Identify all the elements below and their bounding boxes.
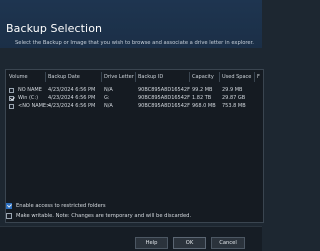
- cell-id: 90BC895A8D16542F: [138, 103, 190, 109]
- cell-id: 90BC895A8D16542F: [138, 87, 190, 93]
- column-divider[interactable]: [189, 72, 190, 82]
- cell-used: 753.8 MB: [222, 103, 246, 109]
- column-volume[interactable]: Volume: [9, 74, 28, 80]
- cell-drive: G:: [104, 95, 110, 101]
- restricted-folders-label[interactable]: Enable access to restricted folders: [16, 202, 106, 210]
- column-divider[interactable]: [101, 72, 102, 82]
- column-divider[interactable]: [219, 72, 220, 82]
- table-row[interactable]: NO NAME 4/23/2024 6:56 PM N/A 90BC895A8D…: [6, 86, 263, 94]
- column-divider[interactable]: [254, 72, 255, 82]
- table-row[interactable]: <NO NAME> 4/23/2024 6:56 PM N/A 90BC895A…: [6, 102, 263, 110]
- backup-list[interactable]: Volume Backup Date Drive Letter Backup I…: [5, 69, 264, 223]
- column-drive-letter[interactable]: Drive Letter: [104, 74, 134, 80]
- cell-capacity: 968.0 MB: [192, 103, 216, 109]
- cell-date: 4/23/2024 6:56 PM: [48, 103, 96, 109]
- cell-drive: N/A: [104, 103, 113, 109]
- cell-volume: <NO NAME>: [18, 103, 51, 109]
- column-backup-id[interactable]: Backup ID: [138, 74, 163, 80]
- dialog-title: Backup Selection: [6, 22, 103, 35]
- row-checkbox[interactable]: [9, 95, 14, 101]
- cancel-button[interactable]: Cancel: [211, 237, 245, 249]
- cell-drive: N/A: [104, 87, 113, 93]
- cell-used: 29.87 GB: [222, 95, 246, 101]
- cell-volume: Win (C:): [18, 95, 39, 101]
- table-row[interactable]: Win (C:) 4/23/2024 6:56 PM G: 90BC895A8D…: [6, 94, 263, 102]
- cell-date: 4/23/2024 6:56 PM: [48, 87, 96, 93]
- ok-button[interactable]: OK: [173, 237, 206, 249]
- restricted-folders-checkbox[interactable]: [6, 203, 12, 209]
- help-button[interactable]: Help: [135, 237, 168, 249]
- column-used-space[interactable]: Used Space: [222, 74, 251, 80]
- option-make-writable[interactable]: Make writable. Note: Changes are tempora…: [6, 212, 256, 220]
- column-capacity[interactable]: Capacity: [192, 74, 214, 80]
- column-divider[interactable]: [135, 72, 136, 82]
- dialog-subtitle: Select the Backup or Image that you wish…: [15, 40, 254, 46]
- column-backup-date[interactable]: Backup Date: [48, 74, 80, 80]
- cell-used: 29.9 MB: [222, 87, 243, 93]
- column-divider[interactable]: [45, 72, 46, 82]
- make-writable-label[interactable]: Make writable. Note: Changes are tempora…: [16, 212, 191, 220]
- cell-date: 4/23/2024 6:56 PM: [48, 95, 96, 101]
- option-restricted-folders[interactable]: Enable access to restricted folders: [6, 202, 256, 210]
- row-checkbox[interactable]: [9, 87, 14, 93]
- cell-capacity: 99.2 MB: [192, 87, 213, 93]
- make-writable-checkbox[interactable]: [6, 213, 12, 219]
- table-header: Volume Backup Date Drive Letter Backup I…: [6, 70, 263, 84]
- cell-id: 90BC895A8D16542F: [138, 95, 190, 101]
- dialog-header: Backup Selection Select the Backup or Im…: [0, 0, 262, 48]
- row-checkbox[interactable]: [9, 103, 14, 109]
- cell-capacity: 1.82 TB: [192, 95, 212, 101]
- column-more[interactable]: F: [257, 74, 260, 80]
- cell-volume: NO NAME: [18, 87, 42, 93]
